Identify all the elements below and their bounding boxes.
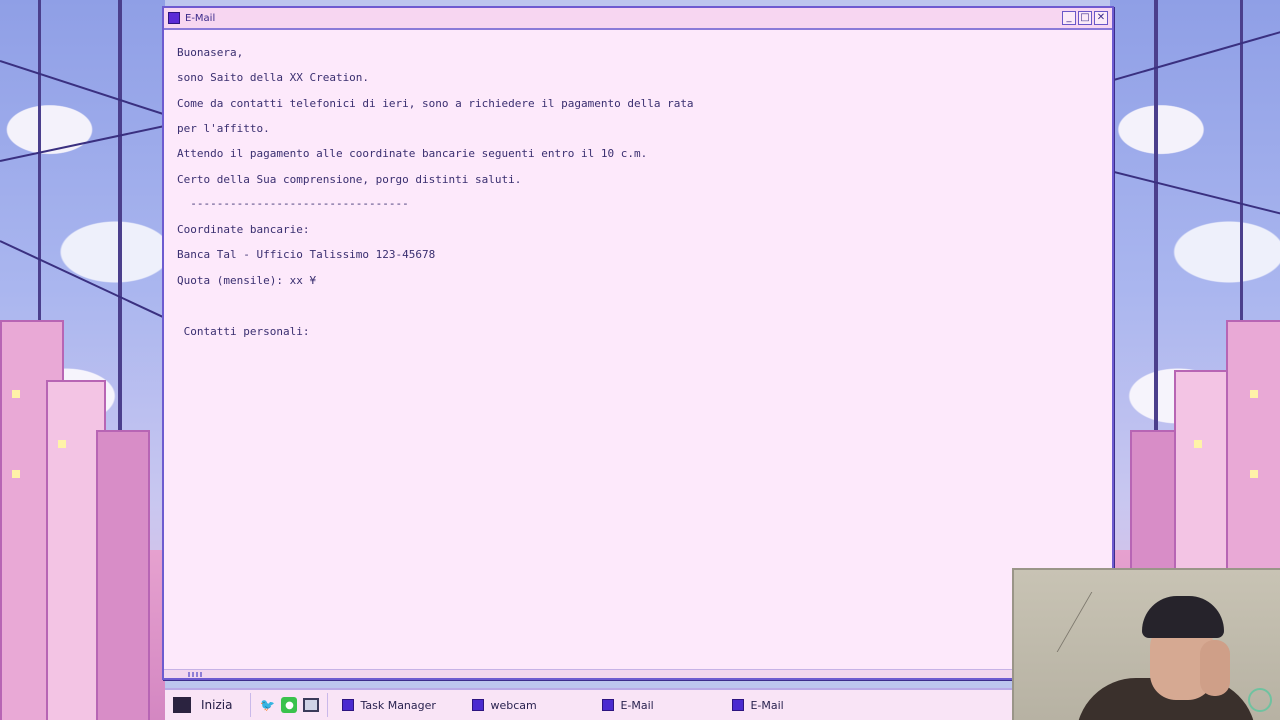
window-statusbar <box>164 669 1112 678</box>
taskbar-item-label: webcam <box>490 698 537 712</box>
taskbar-item-task-manager[interactable]: Task Manager <box>332 693 458 717</box>
email-line: Quota (mensile): xx ¥ <box>177 274 317 287</box>
maximize-button[interactable]: □ <box>1078 11 1092 25</box>
window-titlebar[interactable]: E-Mail _ □ ✕ <box>164 8 1112 30</box>
start-button[interactable]: Inizia <box>167 693 252 717</box>
chat-icon[interactable]: ● <box>281 697 298 713</box>
email-window: E-Mail _ □ ✕ Buonasera, sono Saito della… <box>162 6 1114 680</box>
window-icon <box>472 699 485 711</box>
taskbar-item-email[interactable]: E-Mail <box>722 693 848 717</box>
email-line: Certo della Sua comprensione, porgo dist… <box>177 173 522 186</box>
close-button[interactable]: ✕ <box>1094 11 1108 25</box>
email-line: sono Saito della XX Creation. <box>177 71 370 84</box>
quick-launch: 🐦 ● <box>251 693 329 717</box>
window-light <box>12 470 20 478</box>
taskbar-item-label: E-Mail <box>620 698 654 712</box>
taskbar: Inizia 🐦 ● Task Manager webcam E-Mail E-… <box>165 688 1012 720</box>
window-controls: _ □ ✕ <box>1062 11 1108 25</box>
email-line: Contatti personali: <box>177 325 310 338</box>
resize-grip[interactable] <box>188 672 204 677</box>
window-light <box>58 440 66 448</box>
power-line <box>0 122 165 162</box>
window-light <box>12 390 20 398</box>
window-light <box>1194 440 1202 448</box>
power-line <box>1110 170 1280 218</box>
minimize-button[interactable]: _ <box>1062 11 1076 25</box>
power-line <box>0 240 164 318</box>
email-line: Attendo il pagamento alle coordinate ban… <box>177 147 648 160</box>
window-title: E-Mail <box>185 12 216 24</box>
twitter-icon[interactable]: 🐦 <box>259 697 275 713</box>
window-icon <box>602 699 615 711</box>
window-light <box>1250 390 1258 398</box>
power-line <box>1110 27 1280 82</box>
swirl-icon <box>1248 688 1272 712</box>
building <box>96 430 150 720</box>
window-icon <box>732 699 745 711</box>
person-hand <box>1200 640 1230 696</box>
separator-line: --------------------------------- <box>177 197 409 210</box>
window-icon <box>342 699 355 711</box>
power-line <box>0 60 165 118</box>
email-line: Coordinate bancarie: <box>177 223 310 236</box>
taskbar-item-email[interactable]: E-Mail <box>592 693 718 717</box>
taskbar-item-webcam[interactable]: webcam <box>462 693 588 717</box>
email-line: per l'affitto. <box>177 122 270 135</box>
background-scene-left <box>0 0 165 720</box>
taskbar-item-label: Task Manager <box>360 698 436 712</box>
window-light <box>1250 470 1258 478</box>
start-label: Inizia <box>201 698 233 712</box>
email-app-icon <box>168 12 180 24</box>
start-logo-icon <box>173 697 191 713</box>
taskbar-item-label: E-Mail <box>750 698 784 712</box>
email-line: Come da contatti telefonici di ieri, son… <box>177 97 694 110</box>
monitor-icon[interactable] <box>303 698 320 712</box>
email-line: Banca Tal - Ufficio Talissimo 123-45678 <box>177 248 436 261</box>
email-line: Buonasera, <box>177 46 244 59</box>
webcam-feed <box>1012 568 1280 720</box>
